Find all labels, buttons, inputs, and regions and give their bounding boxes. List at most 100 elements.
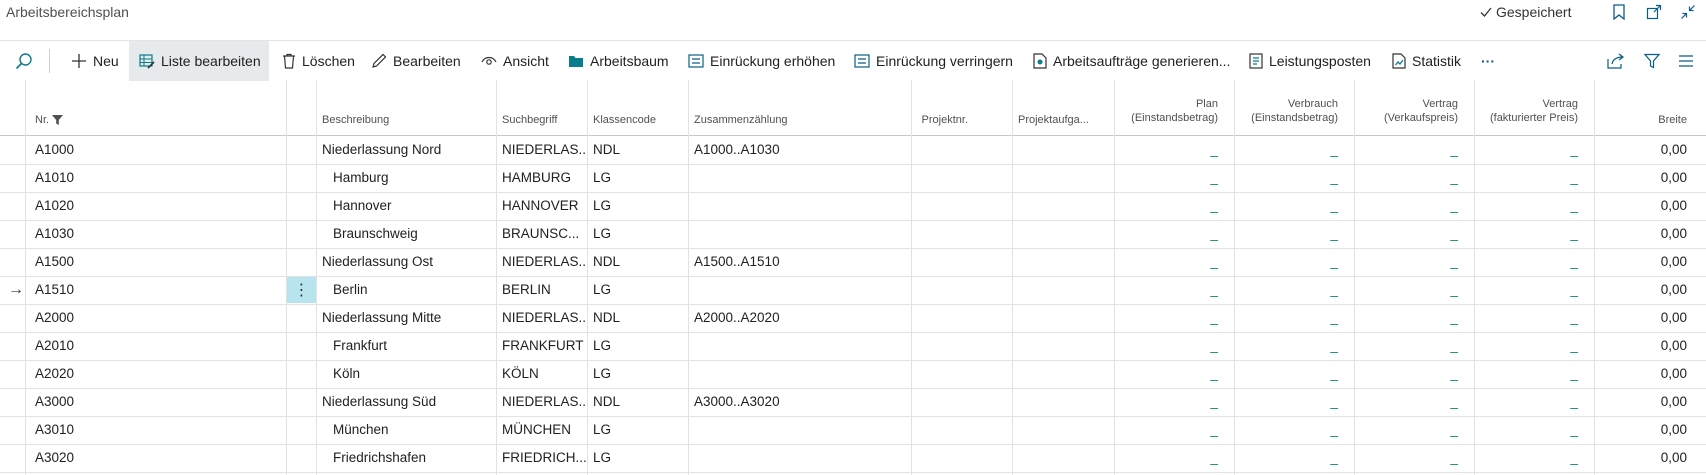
edit-list-button[interactable]: Liste bearbeiten [129,41,269,81]
bookmark-icon[interactable] [1609,2,1629,22]
cell-plan: _ [1210,142,1218,157]
cell-nr[interactable]: A1500 [35,248,275,276]
toolbar-divider [49,49,50,73]
column-header-verbrauch-line1: Verbrauch [1287,98,1338,110]
work-tree-label: Arbeitsbaum [590,53,669,69]
cell-nr[interactable]: A3010 [35,416,275,444]
collapse-icon[interactable] [1678,2,1698,22]
view-label: Ansicht [503,53,549,69]
cell-nr[interactable]: A1000 [35,136,275,164]
cell-nr[interactable]: A1030 [35,220,275,248]
column-header-klassencode[interactable]: Klassencode [593,113,656,127]
cell-nr[interactable]: A3000 [35,388,275,416]
outdent-label: Einrückung verringern [876,53,1013,69]
cell-beschreibung: Hannover [333,198,392,213]
list-options-button[interactable] [1678,41,1694,81]
column-header-verbrauch-line2: (Einstandsbetrag) [1251,112,1338,124]
cell-vertrag-fakt: _ [1570,226,1578,241]
cell-breite: 0,00 [1660,394,1687,409]
cell-breite: 0,00 [1660,282,1687,297]
table-row[interactable]: A1000 Niederlassung Nord NIEDERLAS... NDL A1… [0,136,1706,165]
cell-breite: 0,00 [1660,254,1687,269]
column-header-nr-label: Nr. [35,114,50,126]
column-header-zusammenzaehlung[interactable]: Zusammenzählung [694,113,788,127]
more-actions-button[interactable]: ··· [1481,41,1495,81]
cell-nr[interactable]: A2010 [35,332,275,360]
table-row[interactable]: A2020 Köln KÖLN LG _ _ _ _ 0,00 [0,360,1706,389]
cell-breite: 0,00 [1660,450,1687,465]
cell-beschreibung: Niederlassung Nord [322,142,442,157]
filter-button[interactable] [1644,41,1660,81]
column-header-verbrauch[interactable]: Verbrauch (Einstandsbetrag) [1230,97,1338,125]
table-row[interactable]: → ⋮ A1510 Berlin BERLIN LG _ _ _ _ 0,00 [0,276,1706,305]
search-button[interactable] [11,41,37,81]
table-row[interactable]: A3000 Niederlassung Süd NIEDERLAS... NDL A30… [0,388,1706,417]
cell-klassencode: LG [593,282,612,297]
column-header-vertrag-verkaufspreis[interactable]: Vertrag (Verkaufspreis) [1350,97,1458,125]
cell-suchbegriff: FRANKFURT [502,338,584,353]
ledger-entries-button[interactable]: Leistungsposten [1249,41,1371,81]
cell-verbrauch: _ [1330,226,1338,241]
column-header-breite[interactable]: Breite [1600,113,1687,127]
folder-icon [569,56,583,67]
cell-plan: _ [1210,282,1218,297]
new-button[interactable]: Neu [71,41,119,81]
cell-klassencode: LG [593,226,612,241]
row-actions-menu-icon[interactable]: ⋮ [287,277,316,303]
cell-breite: 0,00 [1660,422,1687,437]
column-header-projektnr[interactable]: Projektnr. [880,113,968,127]
share-button[interactable] [1607,41,1625,81]
generate-work-orders-button[interactable]: Arbeitsaufträge generieren... [1033,41,1230,81]
table-row[interactable]: A3020 Friedrichshafen FRIEDRICH... LG _ _ _ _ 0,… [0,444,1706,473]
column-header-nr[interactable]: Nr. [35,113,64,127]
cell-zusammenzaehlung: A3000..A3020 [694,394,780,409]
current-row-arrow-icon: → [8,281,24,298]
table-row[interactable]: A2010 Frankfurt FRANKFURT LG _ _ _ _ 0,00 [0,332,1706,361]
indent-button[interactable]: Einrückung erhöhen [688,41,835,81]
column-header-vertrag-fakturiert[interactable]: Vertrag (fakturierter Preis) [1470,97,1578,125]
cell-vertrag-fakt: _ [1570,254,1578,269]
column-header-vertrag-fakt-line1: Vertrag [1542,98,1578,110]
delete-button[interactable]: Löschen [282,41,355,81]
table-row[interactable]: A3010 München MÜNCHEN LG _ _ _ _ 0,00 [0,416,1706,445]
cell-nr[interactable]: A3020 [35,444,275,472]
statistics-label: Statistik [1412,53,1462,69]
table-row[interactable]: A2000 Niederlassung Mitte NIEDERLAS... NDL A… [0,304,1706,333]
table-row[interactable]: A1500 Niederlassung Ost NIEDERLAS... NDL A15… [0,248,1706,277]
outdent-button[interactable]: Einrückung verringern [854,41,1013,81]
cell-nr[interactable]: A2000 [35,304,275,332]
cell-suchbegriff: NIEDERLAS... [502,142,586,157]
column-header-suchbegriff[interactable]: Suchbegriff [502,113,557,127]
cell-nr[interactable]: A1020 [35,192,275,220]
filter-icon [1644,53,1660,69]
cell-verbrauch: _ [1330,366,1338,381]
table-row[interactable]: A1020 Hannover HANNOVER LG _ _ _ _ 0,00 [0,192,1706,221]
cell-klassencode: NDL [593,394,621,409]
cell-breite: 0,00 [1660,338,1687,353]
cell-klassencode: LG [593,366,612,381]
cell-vertrag-fakt: _ [1570,170,1578,185]
cell-plan: _ [1210,170,1218,185]
cell-zusammenzaehlung [694,332,904,360]
ledger-entries-label: Leistungsposten [1269,53,1371,69]
cell-vertrag-fakt: _ [1570,450,1578,465]
column-header-plan[interactable]: Plan (Einstandsbetrag) [1110,97,1218,125]
column-header-beschreibung[interactable]: Beschreibung [322,113,389,127]
cell-plan: _ [1210,310,1218,325]
cell-nr[interactable]: A2020 [35,360,275,388]
cell-vertrag-fakt: _ [1570,282,1578,297]
edit-label: Bearbeiten [393,53,461,69]
cell-verbrauch: _ [1330,450,1338,465]
open-new-window-icon[interactable] [1644,2,1664,22]
table-row[interactable]: A1030 Braunschweig BRAUNSC... LG _ _ _ _ 0,00 [0,220,1706,249]
new-label: Neu [93,53,119,69]
cell-nr[interactable]: A1510 [35,276,275,304]
cell-nr[interactable]: A1010 [35,164,275,192]
table-row[interactable]: A1010 Hamburg HAMBURG LG _ _ _ _ 0,00 [0,164,1706,193]
edit-button[interactable]: Bearbeiten [371,41,461,81]
column-header-projektaufgabe[interactable]: Projektaufga... [1018,113,1089,127]
statistics-button[interactable]: Statistik [1392,41,1461,81]
cell-vertrag-vk: _ [1450,226,1458,241]
view-button[interactable]: Ansicht [481,41,549,81]
work-tree-button[interactable]: Arbeitsbaum [568,41,669,81]
